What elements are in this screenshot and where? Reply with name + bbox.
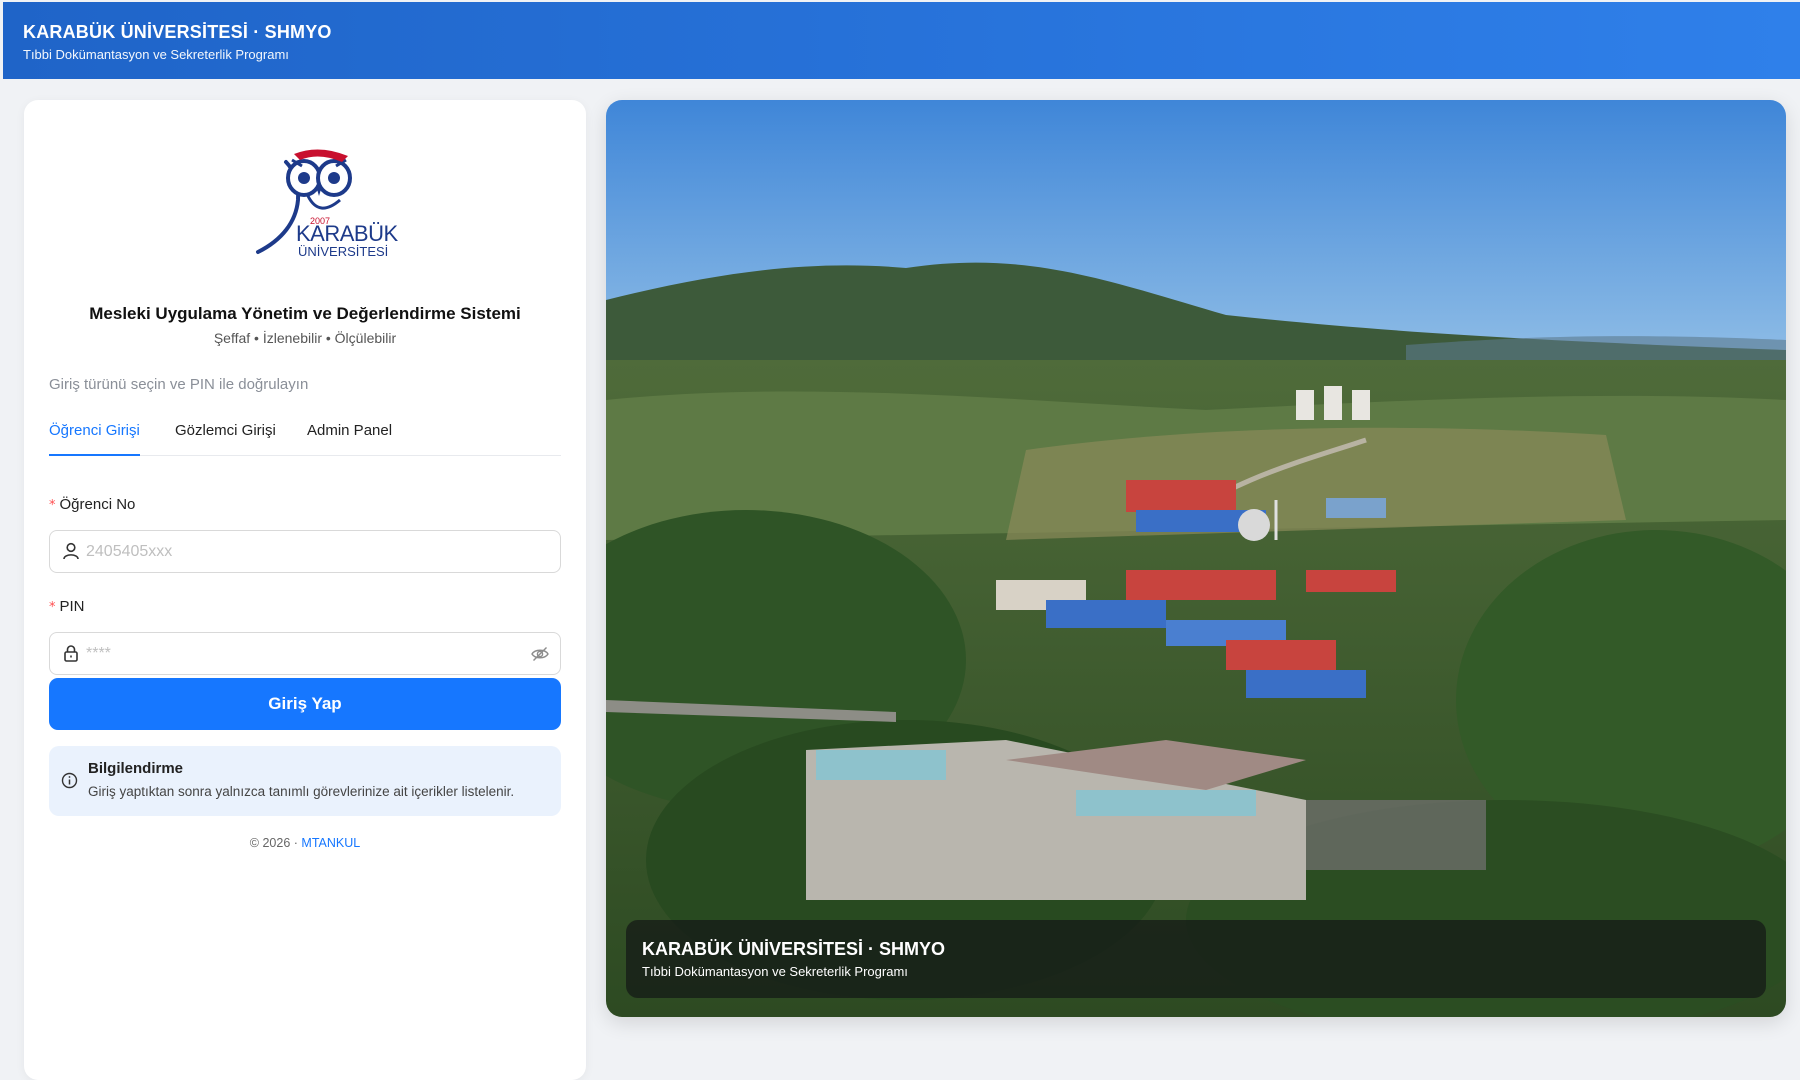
login-tabs: Öğrenci Girişi Gözlemci Girişi Admin Pan… bbox=[49, 418, 561, 456]
login-button[interactable]: Giriş Yap bbox=[49, 678, 561, 730]
hero-caption-subtitle: Tıbbi Dokümantasyon ve Sekreterlik Progr… bbox=[642, 964, 908, 979]
tab-observer-login[interactable]: Gözlemci Girişi bbox=[175, 422, 276, 439]
footer: © 2026 · MTANKUL bbox=[24, 836, 586, 850]
hero-caption-title: KARABÜK ÜNİVERSİTESİ · SHMYO bbox=[642, 939, 946, 959]
campus-hero-image: KARABÜK ÜNİVERSİTESİ · SHMYO Tıbbi Doküm… bbox=[606, 100, 1786, 1017]
required-mark: * bbox=[49, 600, 56, 615]
header-subtitle: Tıbbi Dokümantasyon ve Sekreterlik Progr… bbox=[23, 47, 289, 62]
login-card: 2007 KARABÜK ÜNİVERSİTESİ Mesleki Uygula… bbox=[24, 100, 586, 1080]
logo-subname: ÜNİVERSİTESİ bbox=[298, 244, 388, 259]
pin-label: * PIN bbox=[49, 598, 85, 615]
student-no-label: * Öğrenci No bbox=[49, 496, 135, 513]
tab-student-login[interactable]: Öğrenci Girişi bbox=[49, 422, 140, 439]
info-notice: Bilgilendirme Giriş yaptıktan sonra yaln… bbox=[49, 746, 561, 816]
copyright-text: © 2026 · bbox=[249, 836, 298, 850]
pin-input[interactable] bbox=[84, 633, 524, 674]
campus-aerial-photo bbox=[606, 100, 1786, 1017]
active-tab-indicator bbox=[49, 454, 140, 456]
pin-label-text: PIN bbox=[59, 598, 85, 615]
logo-name: KARABÜK bbox=[296, 221, 398, 246]
pin-field[interactable] bbox=[49, 632, 561, 675]
info-icon bbox=[61, 772, 78, 789]
required-mark: * bbox=[49, 498, 56, 513]
info-text: Giriş yaptıktan sonra yalnızca tanımlı g… bbox=[88, 784, 515, 799]
system-title: Mesleki Uygulama Yönetim ve Değerlendirm… bbox=[89, 304, 521, 323]
tab-admin-panel[interactable]: Admin Panel bbox=[307, 422, 392, 439]
eye-invisible-icon[interactable] bbox=[530, 644, 550, 664]
login-hint: Giriş türünü seçin ve PIN ile doğrulayın bbox=[49, 376, 309, 393]
lock-icon bbox=[64, 645, 78, 662]
top-header: KARABÜK ÜNİVERSİTESİ · SHMYO Tıbbi Doküm… bbox=[3, 2, 1800, 79]
author-link[interactable]: MTANKUL bbox=[301, 836, 360, 850]
hero-caption: KARABÜK ÜNİVERSİTESİ · SHMYO Tıbbi Doküm… bbox=[626, 920, 1766, 998]
student-no-input[interactable] bbox=[84, 531, 524, 572]
student-no-label-text: Öğrenci No bbox=[59, 496, 136, 513]
header-title: KARABÜK ÜNİVERSİTESİ · SHMYO bbox=[23, 22, 332, 42]
user-icon bbox=[63, 542, 79, 560]
info-title: Bilgilendirme bbox=[88, 760, 184, 777]
university-logo: 2007 KARABÜK ÜNİVERSİTESİ bbox=[256, 149, 399, 259]
student-no-field[interactable] bbox=[49, 530, 561, 573]
system-tagline: Şeffaf • İzlenebilir • Ölçülebilir bbox=[213, 330, 397, 346]
